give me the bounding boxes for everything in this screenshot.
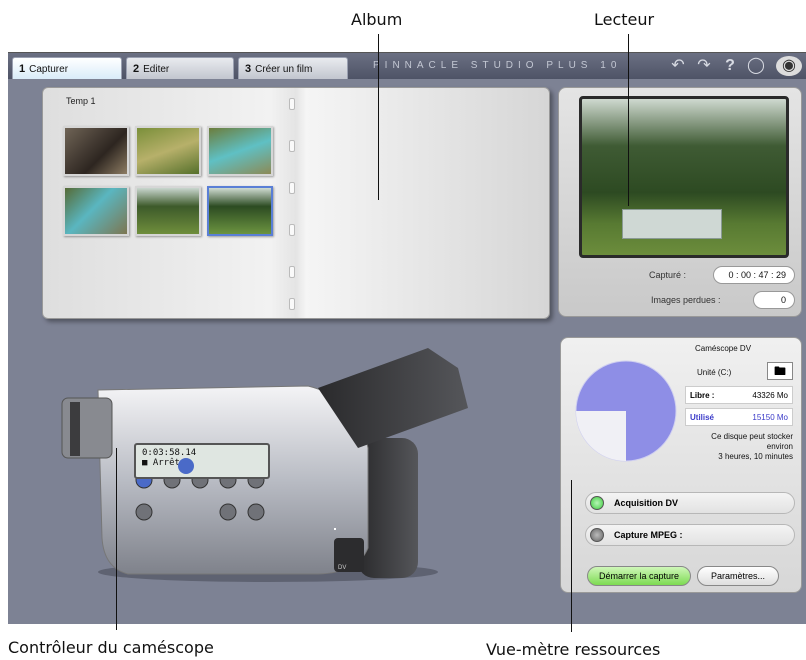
tab-editer[interactable]: 2 Editer [126, 57, 234, 79]
capture-mpeg-option[interactable]: Capture MPEG : [585, 524, 795, 546]
camcorder-controller: 0:03:58.14 ■ Arrêt DV [58, 328, 478, 588]
leader-line-controleur [116, 448, 117, 630]
annotation-album: Album [351, 10, 403, 29]
album-ring [289, 298, 295, 310]
album-thumbnail[interactable] [207, 126, 273, 176]
leader-line-album [378, 34, 379, 200]
lightbulb-icon[interactable]: ◯ [746, 56, 766, 76]
active-led-icon [590, 496, 604, 510]
tab-capturer[interactable]: 1 Capturer [12, 57, 122, 79]
free-space-row: Libre : 43326 Mo [685, 386, 793, 404]
annotation-vumetre: Vue-mètre ressources [486, 640, 661, 659]
undo-icon[interactable]: ↶ [668, 56, 688, 76]
resources-meter: Caméscope DV Unité (C:) 🖿 Libre : 43326 … [560, 337, 802, 593]
acquisition-dv-option[interactable]: Acquisition DV [585, 492, 795, 514]
album-panel: Temp 1 [42, 87, 550, 319]
disk-capacity-note: Ce disque peut stocker environ 3 heures,… [711, 432, 793, 461]
camcorder-timecode: 0:03:58.14 [142, 448, 197, 458]
player-panel: Capturé : 0 : 00 : 47 : 29 Images perdue… [558, 87, 802, 317]
album-thumbnail[interactable] [63, 186, 129, 236]
pinnacle-studio-window: 1 Capturer 2 Editer 3 Créer un film PINNACL… [8, 52, 806, 624]
redo-icon[interactable]: ↷ [694, 56, 714, 76]
camcorder-status: Arrêt [152, 458, 180, 468]
settings-button[interactable]: Paramètres... [697, 566, 779, 586]
album-thumbnail-selected[interactable] [207, 186, 273, 236]
drive-label: Unité (C:) [697, 368, 732, 377]
tab-label: Editer [143, 64, 170, 75]
album-thumbnail[interactable] [135, 126, 201, 176]
lost-frames-label: Images perdues : [651, 295, 721, 305]
tab-label: Capturer [29, 64, 69, 75]
disk-usage-pie [575, 360, 677, 462]
tab-label: Créer un film [255, 64, 313, 75]
album-ring [289, 224, 295, 236]
annotation-lecteur: Lecteur [594, 10, 655, 29]
annotation-controleur: Contrôleur du caméscope [8, 638, 214, 657]
used-value: 15150 Mo [752, 413, 788, 422]
tab-creer-un-film[interactable]: 3 Créer un film [238, 57, 348, 79]
free-label: Libre : [690, 391, 715, 400]
used-space-row: Utilisé 15150 Mo [685, 408, 793, 426]
greenhouse [622, 209, 722, 239]
source-label: Caméscope DV [695, 344, 752, 353]
start-capture-button[interactable]: Démarrer la capture [587, 566, 691, 586]
free-value: 43326 Mo [752, 391, 788, 400]
album-ring [289, 98, 295, 110]
folder-icon[interactable]: 🖿 [767, 362, 793, 380]
used-label: Utilisé [690, 413, 715, 422]
album-page-title: Temp 1 [66, 96, 96, 106]
album-ring [289, 182, 295, 194]
captured-timecode: 0 : 00 : 47 : 29 [713, 266, 795, 284]
inactive-led-icon [590, 528, 604, 542]
setup-icon[interactable]: ◉ [776, 56, 802, 76]
camcorder-status-row: ■ Arrêt [142, 458, 180, 468]
album-ring [289, 140, 295, 152]
play-button[interactable] [178, 458, 194, 474]
tab-bar: 1 Capturer 2 Editer 3 Créer un film PINNACL… [8, 53, 806, 79]
brand-logo: PINNACLE STUDIO PLUS 10 [373, 60, 622, 71]
video-preview [579, 96, 789, 258]
dv-badge: DV [338, 565, 347, 571]
album-thumbnail[interactable] [135, 186, 201, 236]
album-ring [289, 266, 295, 278]
album-thumbnail[interactable] [63, 126, 129, 176]
camcorder-lcd: 0:03:58.14 ■ Arrêt [134, 443, 270, 479]
lost-frames-value: 0 [753, 291, 795, 309]
leader-line-lecteur [628, 34, 629, 206]
leader-line-vumetre [571, 480, 572, 632]
help-icon[interactable]: ? [720, 56, 740, 76]
captured-label: Capturé : [649, 270, 687, 280]
